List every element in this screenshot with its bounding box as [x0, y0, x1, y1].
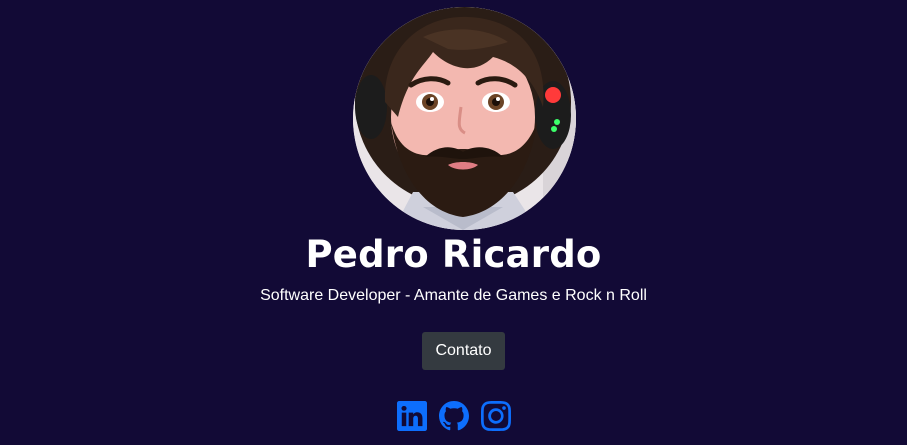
profile-subtitle: Software Developer - Amante de Games e R… — [260, 287, 647, 304]
linkedin-icon — [396, 401, 427, 431]
contact-button[interactable]: Contato — [422, 332, 505, 370]
linkedin-link[interactable] — [396, 401, 427, 431]
avatar-illustration — [353, 7, 576, 230]
instagram-icon — [480, 401, 511, 431]
instagram-link[interactable] — [480, 401, 511, 431]
github-link[interactable] — [438, 401, 469, 431]
profile-section: Pedro Ricardo Software Developer - Amant… — [0, 0, 907, 445]
profile-name: Pedro Ricardo — [305, 233, 602, 276]
github-icon — [438, 401, 469, 431]
avatar — [353, 7, 576, 230]
social-links — [0, 401, 907, 433]
